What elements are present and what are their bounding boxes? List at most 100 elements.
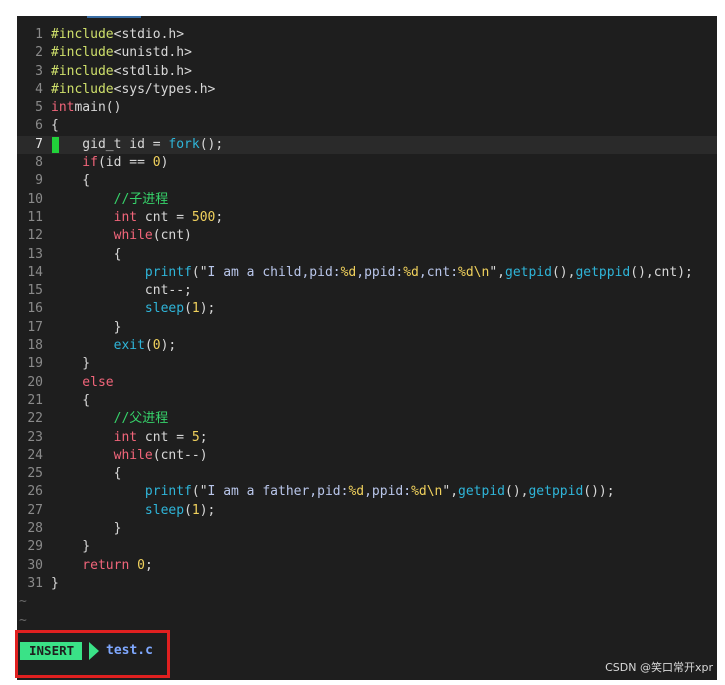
code-lines[interactable]: 1 #include<stdio.h> 2 #include<unistd.h> 3 #i… xyxy=(17,26,717,630)
line-number: 18 xyxy=(27,338,43,354)
code-token: ; xyxy=(215,209,224,225)
code-line[interactable]: 28 } xyxy=(17,520,717,538)
code-token: else xyxy=(51,374,114,390)
code-line[interactable]: 25 { xyxy=(17,465,717,483)
code-token: %d xyxy=(340,264,357,280)
line-number: 2 xyxy=(35,45,43,61)
line-number: 25 xyxy=(27,466,43,482)
code-token: main xyxy=(74,100,106,116)
line-number: 22 xyxy=(27,411,43,427)
code-token: { xyxy=(51,246,122,262)
code-token: <sys/types.h> xyxy=(113,81,216,97)
code-text: { xyxy=(51,118,59,133)
code-token: int xyxy=(51,100,75,116)
code-text: exit(0); xyxy=(51,338,184,353)
code-line[interactable]: 30 return 0; xyxy=(17,557,717,575)
code-token: exit xyxy=(51,338,145,354)
code-token: 1 xyxy=(191,301,200,317)
code-token: getpid xyxy=(458,484,505,500)
code-line[interactable]: 2 #include<unistd.h> xyxy=(17,44,717,62)
code-token: getppid xyxy=(528,484,584,500)
code-line[interactable]: 22 //父进程 xyxy=(17,410,717,428)
code-text: printf("I am a father,pid:%d,ppid:%d\n",… xyxy=(51,484,615,499)
code-text: printf("I am a child,pid:%d,ppid:%d,cnt:… xyxy=(51,265,693,280)
code-line[interactable]: 9 { xyxy=(17,172,717,190)
code-token: while xyxy=(51,447,153,463)
code-token: cnt--; xyxy=(51,283,192,299)
code-token: } xyxy=(51,356,91,372)
code-line[interactable]: 14 printf("I am a child,pid:%d,ppid:%d,c… xyxy=(17,264,717,282)
code-text: else xyxy=(51,374,114,390)
code-line[interactable]: 11 int cnt = 500; xyxy=(17,209,717,227)
tab-indicator xyxy=(87,16,141,18)
code-text: sleep(1); xyxy=(51,301,223,316)
code-line[interactable]: 27 sleep(1); xyxy=(17,502,717,520)
line-number: 29 xyxy=(27,539,43,555)
code-line[interactable]: 13 { xyxy=(17,246,717,264)
line-number: 31 xyxy=(27,575,43,591)
line-number: 15 xyxy=(27,283,43,299)
code-token: ); xyxy=(199,502,224,518)
code-line[interactable]: 19 } xyxy=(17,355,717,373)
code-line[interactable]: 29 } xyxy=(17,538,717,556)
code-line[interactable]: 7 gid_t id = fork(); xyxy=(17,135,717,155)
code-token: sleep xyxy=(51,502,185,518)
code-token: while xyxy=(51,228,153,244)
code-line[interactable]: 26 printf("I am a father,pid:%d,ppid:%d\… xyxy=(17,483,717,501)
code-text: { xyxy=(51,466,122,481)
line-number: 11 xyxy=(27,209,43,225)
code-token: getppid xyxy=(575,264,631,280)
code-line[interactable]: 3 #include<stdlib.h> xyxy=(17,63,717,81)
code-line[interactable]: 24 while(cnt--) xyxy=(17,447,717,465)
code-text: //父进程 xyxy=(51,411,169,426)
code-token: ); xyxy=(199,301,224,317)
code-token: () xyxy=(105,100,122,116)
code-token: 5 xyxy=(191,429,200,445)
code-line[interactable]: 10 //子进程 xyxy=(17,191,717,209)
code-token: 1 xyxy=(191,502,200,518)
code-token: ,ppid: xyxy=(364,484,412,500)
code-token: #include xyxy=(51,63,114,79)
code-token: (cnt) xyxy=(152,228,192,244)
code-line[interactable]: 1 #include<stdio.h> xyxy=(17,26,717,44)
code-token: ,cnt: xyxy=(418,264,459,280)
code-token: (), xyxy=(505,484,529,500)
code-token: { xyxy=(51,118,59,134)
code-text: #include<stdlib.h> xyxy=(51,64,192,79)
line-number: 6 xyxy=(35,118,43,134)
code-line[interactable]: 6{ xyxy=(17,117,717,135)
code-line[interactable]: 12 while(cnt) xyxy=(17,227,717,245)
code-token: sleep xyxy=(51,301,185,317)
code-token: ( xyxy=(144,338,153,354)
code-token: int xyxy=(51,209,138,225)
code-line[interactable]: 17 } xyxy=(17,319,717,337)
code-line[interactable]: 4 #include<sys/types.h> xyxy=(17,81,717,99)
code-line[interactable]: 8 if(id == 0) xyxy=(17,154,717,172)
code-line[interactable]: 31} xyxy=(17,575,717,593)
line-number: 9 xyxy=(35,173,43,189)
code-token: ) xyxy=(160,155,169,171)
vim-editor[interactable]: 1 #include<stdio.h> 2 #include<unistd.h> 3 #i… xyxy=(17,16,717,680)
line-number: 19 xyxy=(27,356,43,372)
code-text: return 0; xyxy=(51,558,152,573)
code-token: } xyxy=(51,319,122,335)
code-token: (),cnt); xyxy=(630,264,693,280)
code-text: #include<unistd.h> xyxy=(51,45,192,60)
code-line[interactable]: 15 cnt--; xyxy=(17,282,717,300)
code-line[interactable]: 21 { xyxy=(17,392,717,410)
code-line[interactable]: 20 else xyxy=(17,374,717,392)
code-token: ", xyxy=(442,484,459,500)
code-line[interactable]: 16 sleep(1); xyxy=(17,300,717,318)
code-line[interactable]: 23 int cnt = 5; xyxy=(17,429,717,447)
code-text: #include<sys/types.h> xyxy=(51,82,215,97)
code-token: %d xyxy=(348,484,365,500)
code-token: 500 xyxy=(191,209,216,225)
code-token: (id == xyxy=(97,155,153,171)
code-text: } xyxy=(51,521,122,536)
code-token: #include xyxy=(51,27,114,42)
line-number: 16 xyxy=(27,301,43,317)
code-line[interactable]: 18 exit(0); xyxy=(17,337,717,355)
code-token: ", xyxy=(489,264,505,280)
code-line[interactable]: 5 intmain() xyxy=(17,99,717,117)
